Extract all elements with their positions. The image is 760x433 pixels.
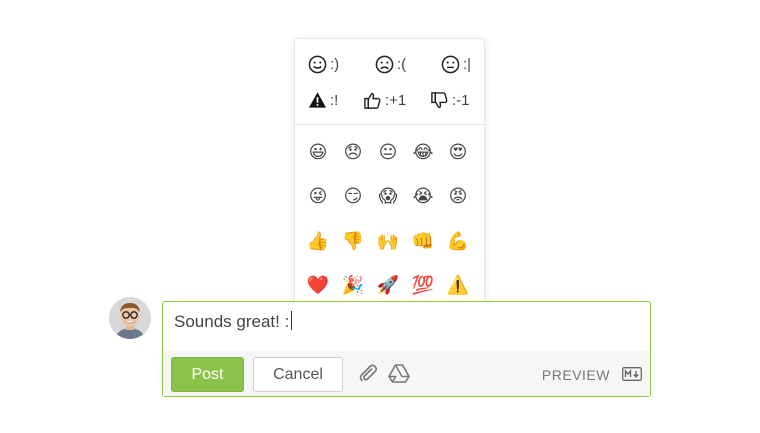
emoji-winking-tongue[interactable]: 😜 [301, 179, 335, 213]
shortcut-neutral[interactable]: :| [441, 53, 471, 75]
emoji-heart-eyes[interactable]: 😍 [441, 135, 475, 169]
emoji-neutral[interactable]: 😐 [371, 135, 405, 169]
emoji-angry[interactable]: 😡 [441, 179, 475, 213]
preview-toggle[interactable]: PREVIEW [542, 367, 610, 383]
shortcut-label: :! [330, 91, 339, 109]
text-caret [291, 311, 293, 330]
paperclip-icon [358, 363, 378, 388]
shortcut-label: :| [463, 55, 472, 73]
google-drive-icon [388, 363, 410, 388]
popup-divider [295, 124, 484, 125]
emoji-warning[interactable]: ⚠️ [441, 268, 475, 302]
shortcut-label: :+1 [385, 91, 407, 109]
neutral-face-icon [441, 55, 460, 74]
emoji-sob[interactable]: 😭 [406, 179, 440, 213]
thumbs-down-icon [430, 91, 449, 110]
cancel-button[interactable]: Cancel [253, 357, 343, 392]
smile-face-icon [308, 55, 327, 74]
emoji-popup: :) :( :| :! :+1:-1 😃 😞 😐 😂 😍 😜 😏 😱 😭 😡 … [294, 38, 485, 313]
emoji-smirk[interactable]: 😏 [336, 179, 370, 213]
editor-toolbar: Post Cancel PREVIEW [163, 351, 650, 396]
emoji-joy[interactable]: 😂 [406, 135, 440, 169]
emoji-raised-hands[interactable]: 🙌 [371, 224, 405, 258]
emoji-thumbs-up[interactable]: 👍 [301, 224, 335, 258]
post-button[interactable]: Post [171, 357, 244, 392]
emoji-shortcuts: :) :( :| :! :+1:-1 [295, 39, 484, 125]
frown-face-icon [375, 55, 394, 74]
markdown-icon[interactable] [622, 367, 642, 381]
comment-textarea[interactable]: Sounds great! : [163, 302, 650, 351]
comment-editor: Sounds great! : Post Cancel PREVIEW [162, 301, 651, 397]
emoji-100[interactable]: 💯 [406, 268, 440, 302]
thumbs-up-icon [363, 91, 382, 110]
warning-icon [308, 91, 327, 109]
emoji-tada[interactable]: 🎉 [336, 268, 370, 302]
emoji-smiley[interactable]: 😃 [301, 135, 335, 169]
shortcut-thumbs-up[interactable]: :+1 [363, 89, 406, 111]
shortcut-warning[interactable]: :! [308, 89, 338, 111]
emoji-disappointed[interactable]: 😞 [336, 135, 370, 169]
emoji-rocket[interactable]: 🚀 [371, 268, 405, 302]
emoji-thumbs-down[interactable]: 👎 [336, 224, 370, 258]
attach-button[interactable] [357, 363, 379, 388]
emoji-fist[interactable]: 👊 [406, 224, 440, 258]
shortcut-label: :( [397, 55, 407, 73]
shortcut-label: :) [330, 55, 340, 73]
comment-text: Sounds great! : [174, 312, 290, 331]
drive-button[interactable] [388, 363, 410, 388]
shortcut-smile[interactable]: :) [308, 53, 339, 75]
shortcut-thumbs-down[interactable]: :-1 [430, 89, 470, 111]
emoji-heart[interactable]: ❤️ [301, 268, 335, 302]
emoji-muscle[interactable]: 💪 [441, 224, 475, 258]
shortcut-label: :-1 [452, 91, 470, 109]
shortcut-frown[interactable]: :( [375, 53, 406, 75]
emoji-scream[interactable]: 😱 [371, 179, 405, 213]
avatar [109, 297, 151, 339]
